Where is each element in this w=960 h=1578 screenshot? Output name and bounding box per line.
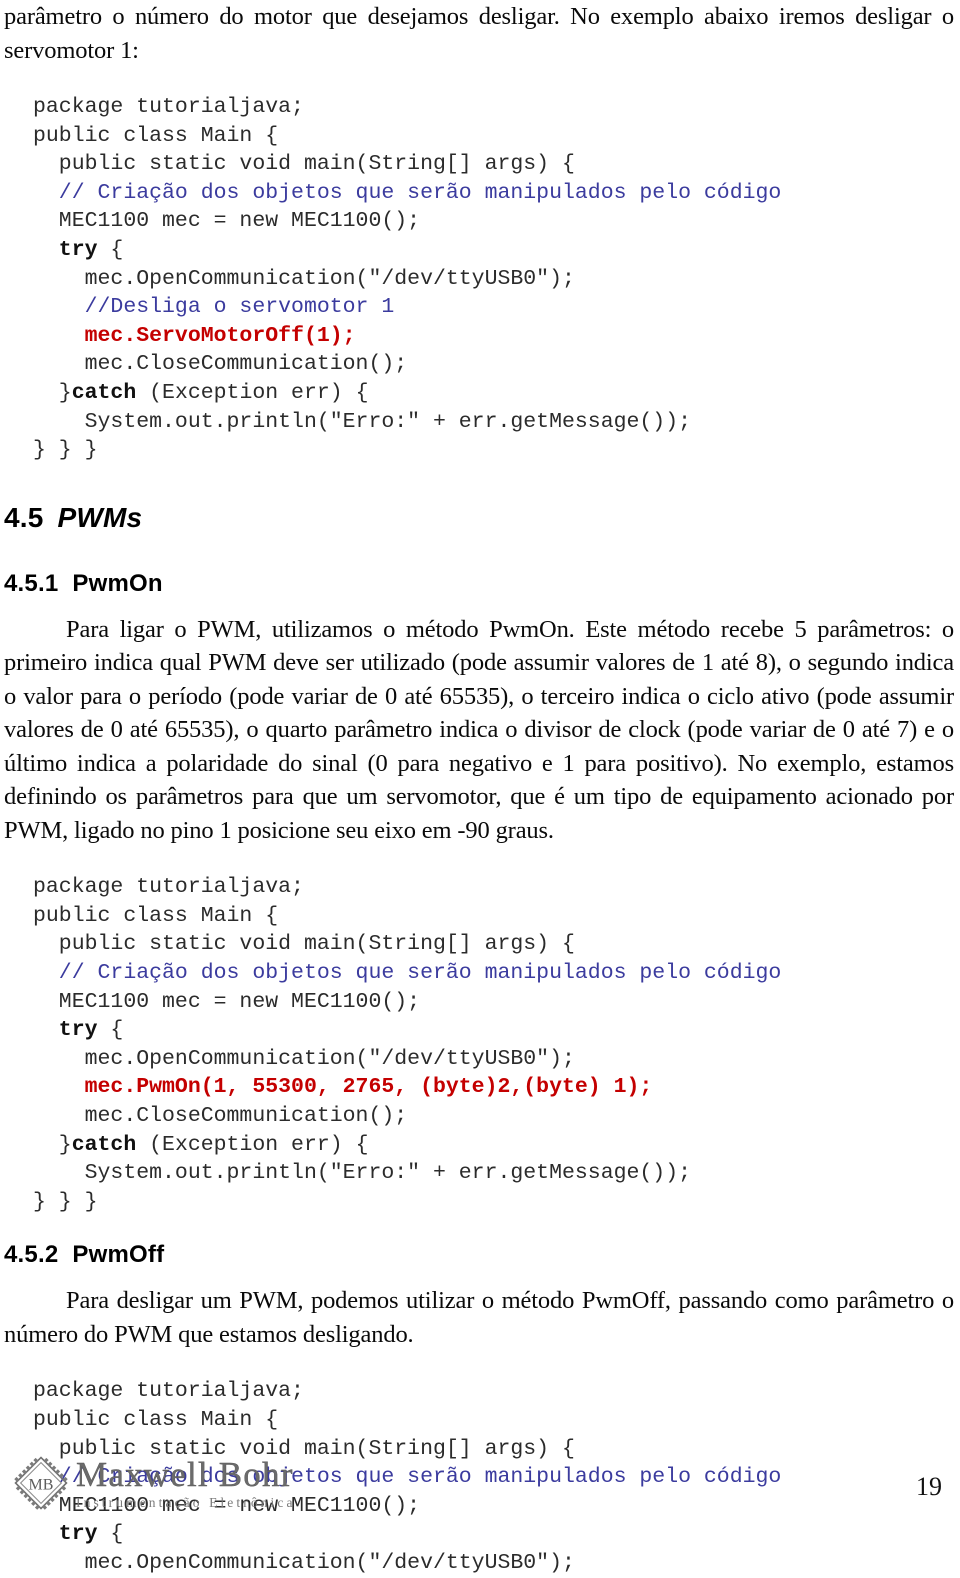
code-line: } } } bbox=[33, 1188, 954, 1217]
heading-4-5-2: 4.5.2 PwmOff bbox=[4, 1242, 954, 1268]
logo-monogram: MB bbox=[29, 1477, 54, 1494]
code-token-plain: } bbox=[33, 1132, 72, 1157]
code-token-plain: } } } bbox=[33, 1189, 98, 1214]
code-token-plain: mec.OpenCommunication("/dev/ttyUSB0"); bbox=[33, 266, 575, 291]
code-token-cmt: // Criação dos objetos que serão manipul… bbox=[33, 180, 782, 205]
code-token-plain: public class Main { bbox=[33, 123, 279, 148]
logo-tagline: Instrumentação Eletrônica bbox=[76, 1494, 296, 1510]
code-token-plain: mec.CloseCommunication(); bbox=[33, 1103, 408, 1128]
code-line: public class Main { bbox=[33, 902, 954, 931]
code-token-plain: MEC1100 mec = new MEC1100(); bbox=[33, 989, 421, 1014]
heading-4-5: 4.5 PWMs bbox=[4, 501, 954, 533]
code-token-hl: mec.ServoMotorOff(1); bbox=[33, 323, 356, 348]
code-token-plain: { bbox=[97, 1018, 124, 1043]
code-token-plain: { bbox=[97, 1522, 124, 1547]
code-line: mec.OpenCommunication("/dev/ttyUSB0"); bbox=[33, 1549, 954, 1578]
code-token-plain: } bbox=[33, 380, 72, 405]
code-line: package tutorialjava; bbox=[33, 1377, 954, 1406]
code-line: System.out.println("Erro:" + err.getMess… bbox=[33, 1159, 954, 1188]
heading-4-5-2-title: PwmOff bbox=[72, 1241, 165, 1269]
code-token-plain: package tutorialjava; bbox=[33, 875, 304, 900]
code-token-plain: public static void main(String[] args) { bbox=[33, 932, 575, 957]
heading-4-5-1-title: PwmOn bbox=[72, 569, 163, 597]
code-token-plain: public static void main(String[] args) { bbox=[33, 152, 575, 177]
page-number: 19 bbox=[916, 1472, 942, 1501]
code-token-kw: try bbox=[33, 1018, 98, 1043]
logo-wordmark: Maxwell Bohr Instrumentação Eletrônica bbox=[76, 1454, 296, 1510]
code-token-kw: try bbox=[33, 1522, 98, 1547]
document-page: parâmetro o número do motor que desejamo… bbox=[0, 0, 960, 1575]
heading-4-5-1: 4.5.1 PwmOn bbox=[4, 569, 954, 597]
paragraph-pwmoff: Para desligar um PWM, podemos utilizar o… bbox=[4, 1287, 954, 1348]
code-token-plain: System.out.println("Erro:" + err.getMess… bbox=[33, 409, 692, 434]
heading-4-5-1-number: 4.5.1 bbox=[4, 569, 59, 597]
code-token-plain: (Exception err) { bbox=[136, 1132, 369, 1157]
code-line: MEC1100 mec = new MEC1100(); bbox=[33, 988, 954, 1017]
code-token-plain: mec.OpenCommunication("/dev/ttyUSB0"); bbox=[33, 1046, 575, 1071]
code-block-pwmon: package tutorialjava; public class Main {… bbox=[4, 873, 954, 1216]
code-token-kw: try bbox=[33, 237, 98, 262]
code-line: mec.PwmOn(1, 55300, 2765, (byte)2,(byte)… bbox=[33, 1073, 954, 1102]
code-line: package tutorialjava; bbox=[33, 93, 954, 122]
code-line: }catch (Exception err) { bbox=[33, 1131, 954, 1160]
code-line: // Criação dos objetos que serão manipul… bbox=[33, 959, 954, 988]
code-line: // Criação dos objetos que serão manipul… bbox=[33, 179, 954, 208]
maxwell-bohr-diamond-icon: MB bbox=[14, 1456, 68, 1510]
code-line: try { bbox=[33, 236, 954, 265]
code-token-plain: package tutorialjava; bbox=[33, 1379, 304, 1404]
code-line: try { bbox=[33, 1016, 954, 1045]
code-line: public class Main { bbox=[33, 122, 954, 151]
heading-4-5-2-number: 4.5.2 bbox=[4, 1241, 59, 1269]
code-line: mec.ServoMotorOff(1); bbox=[33, 322, 954, 351]
code-token-plain: } } } bbox=[33, 438, 98, 463]
code-line: } } } bbox=[33, 436, 954, 465]
code-token-plain: MEC1100 mec = new MEC1100(); bbox=[33, 209, 421, 234]
code-line: try { bbox=[33, 1520, 954, 1549]
paragraph-pwmon: Para ligar o PWM, utilizamos o método Pw… bbox=[4, 615, 954, 844]
code-line: //Desliga o servomotor 1 bbox=[33, 293, 954, 322]
code-line: System.out.println("Erro:" + err.getMess… bbox=[33, 408, 954, 437]
code-line: package tutorialjava; bbox=[33, 873, 954, 902]
code-line: mec.CloseCommunication(); bbox=[33, 1102, 954, 1131]
code-line: }catch (Exception err) { bbox=[33, 379, 954, 408]
code-token-kw: catch bbox=[71, 1132, 137, 1157]
code-token-plain: package tutorialjava; bbox=[33, 95, 304, 119]
code-token-plain: public class Main { bbox=[33, 903, 279, 928]
code-line: mec.OpenCommunication("/dev/ttyUSB0"); bbox=[33, 265, 954, 294]
code-token-cmt: // Criação dos objetos que serão manipul… bbox=[33, 961, 782, 985]
page-footer: MB Maxwell Bohr Instrumentação Eletrônic… bbox=[0, 1432, 960, 1516]
code-token-plain: (Exception err) { bbox=[136, 380, 369, 405]
code-line: public static void main(String[] args) { bbox=[33, 150, 954, 179]
intro-paragraph: parâmetro o número do motor que desejamo… bbox=[4, 3, 954, 64]
company-logo: MB Maxwell Bohr Instrumentação Eletrônic… bbox=[14, 1456, 296, 1510]
code-token-plain: mec.OpenCommunication("/dev/ttyUSB0"); bbox=[33, 1550, 575, 1575]
code-line: mec.CloseCommunication(); bbox=[33, 350, 954, 379]
code-token-cmt: //Desliga o servomotor 1 bbox=[33, 295, 395, 320]
heading-4-5-title: PWMs bbox=[57, 501, 143, 533]
code-token-plain: System.out.println("Erro:" + err.getMess… bbox=[33, 1161, 692, 1186]
code-line: public static void main(String[] args) { bbox=[33, 930, 954, 959]
code-token-plain: { bbox=[97, 237, 124, 262]
heading-4-5-number: 4.5 bbox=[4, 501, 44, 533]
code-token-kw: catch bbox=[71, 380, 137, 405]
code-line: mec.OpenCommunication("/dev/ttyUSB0"); bbox=[33, 1045, 954, 1074]
code-line: MEC1100 mec = new MEC1100(); bbox=[33, 207, 954, 236]
code-token-plain: public class Main { bbox=[33, 1407, 279, 1432]
code-line: public class Main { bbox=[33, 1406, 954, 1435]
code-token-plain: mec.CloseCommunication(); bbox=[33, 352, 408, 377]
code-token-hl: mec.PwmOn(1, 55300, 2765, (byte)2,(byte)… bbox=[33, 1075, 653, 1100]
code-block-servomotoroff: package tutorialjava; public class Main {… bbox=[4, 93, 954, 465]
logo-company-name: Maxwell Bohr bbox=[76, 1454, 294, 1494]
